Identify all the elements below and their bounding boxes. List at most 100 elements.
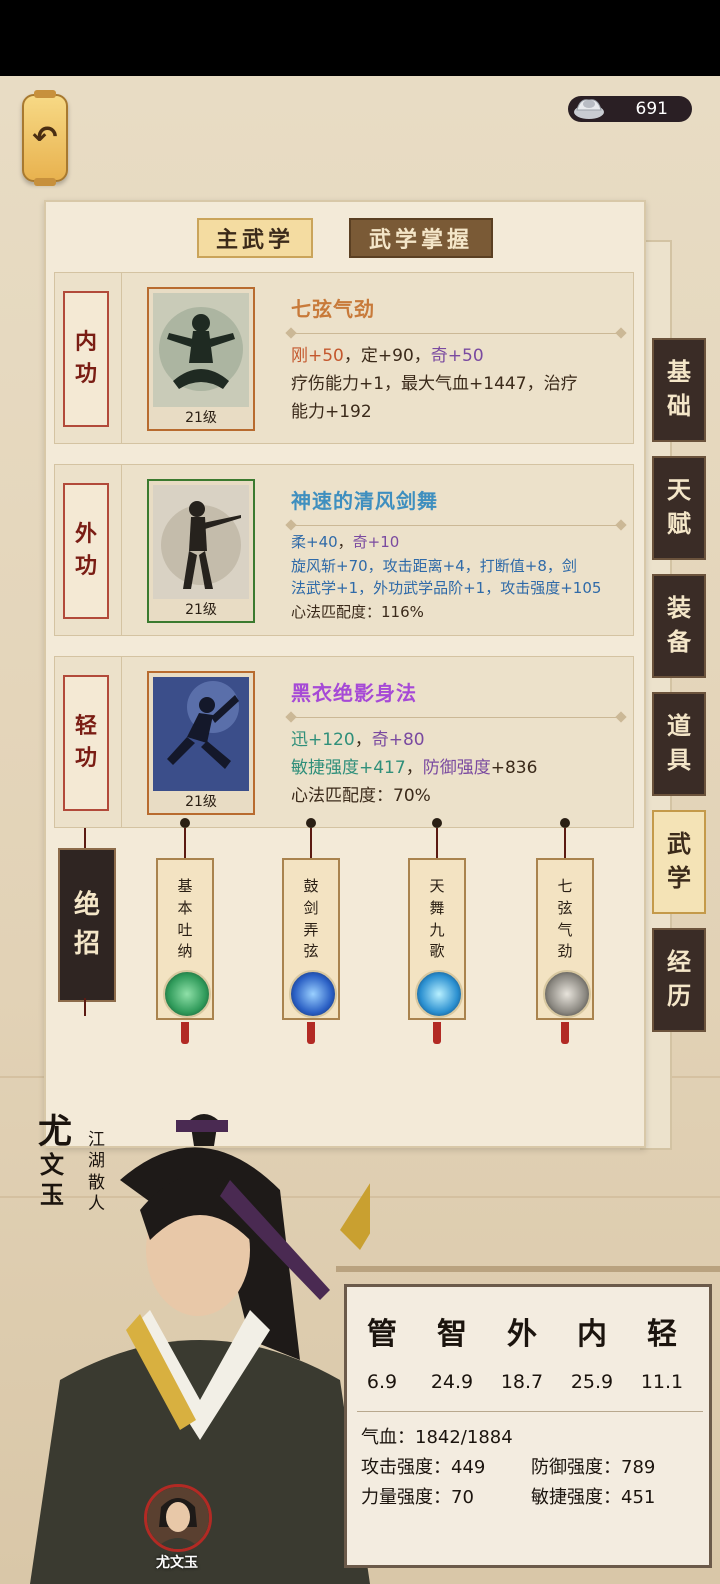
glyph: 弦 — [303, 942, 319, 961]
skill-effects-cont: 法武学+1，外功武学品阶+1，攻击强度+105 — [291, 579, 602, 597]
text-segment: 奇+10 — [352, 533, 400, 551]
side-tab-equipment[interactable]: 装备 — [652, 574, 706, 678]
lightness-skill-card[interactable]: 轻功 21级 黑衣绝影身法 迅+120，奇+80 敏捷强度+417，防御强度+8… — [54, 656, 634, 828]
glyph: 九 — [429, 920, 445, 939]
skill-art-frame: 21级 — [147, 479, 255, 623]
text-segment: ， — [413, 346, 431, 366]
side-tab-basic[interactable]: 基础 — [652, 338, 706, 442]
slip-text: 天舞九歌 — [410, 876, 464, 963]
silver-ingot-icon — [574, 99, 604, 119]
glyph: 天 — [429, 877, 445, 895]
glyph: 招 — [73, 929, 100, 959]
skill-name: 神速的清风剑舞 — [291, 489, 438, 513]
stat-header: 管 — [367, 1317, 397, 1352]
glyph: 内 — [74, 330, 97, 356]
dance-orb-icon — [415, 970, 463, 1018]
outer-skill-card[interactable]: 外功 21级 神速的清风剑舞 柔+40，奇+10 旋风斩+70，攻击距离+4，打… — [54, 464, 634, 636]
meditation-figure-icon — [153, 293, 249, 407]
text-segment: ， — [337, 533, 353, 551]
figure-orb-icon — [543, 970, 591, 1018]
glyph: 备 — [667, 628, 691, 656]
text-segment: 迅+120 — [291, 730, 355, 750]
tab-martial-mastery[interactable]: 武学掌握 — [349, 218, 493, 258]
glyph: 本 — [177, 898, 193, 917]
separator — [291, 333, 621, 334]
glyph: 经 — [667, 948, 691, 977]
glyph: 吐 — [177, 920, 193, 939]
side-tab-talent[interactable]: 天赋 — [652, 456, 706, 560]
skill-effects-cont: 能力+192 — [291, 402, 372, 422]
separator — [291, 525, 621, 526]
glyph: 轻 — [74, 714, 97, 740]
text-segment: 防御强度 — [422, 758, 491, 778]
inner-skill-card[interactable]: 内功 21级 七弦气劲 刚+50，定+90，奇+50 疗伤能力+1，最大气血+1… — [54, 272, 634, 444]
string — [184, 828, 186, 858]
slip: 七弦气劲 — [536, 858, 594, 1020]
card-label-inner: 内功 — [63, 291, 109, 427]
ultimate-label: 绝招 — [58, 848, 116, 1002]
skill-effects: 敏捷强度+417，防御强度+836 — [291, 753, 537, 778]
divider — [357, 1411, 703, 1412]
text-segment: 定+90 — [360, 346, 414, 366]
slip: 基本吐纳 — [156, 858, 214, 1020]
side-tab-martial[interactable]: 武学 — [652, 810, 706, 914]
stat-header: 内 — [577, 1317, 607, 1352]
skill-name: 七弦气劲 — [291, 297, 375, 321]
glyph: 外 — [74, 522, 97, 548]
glyph: 七 — [557, 877, 573, 895]
glyph: 气 — [557, 920, 573, 939]
skill-level: 21级 — [185, 602, 217, 618]
glyph: 弄 — [303, 920, 319, 939]
stat-value: 25.9 — [570, 1371, 614, 1393]
stat-header: 外 — [507, 1317, 537, 1352]
attack-stat: 攻击强度：449 — [361, 1457, 486, 1478]
string — [84, 998, 86, 1016]
card-label-lightness: 轻功 — [63, 675, 109, 811]
glyph: 赋 — [667, 510, 691, 538]
glyph: 绝 — [73, 890, 100, 920]
stat-header: 轻 — [647, 1317, 677, 1352]
defense-stat: 防御强度：789 — [531, 1457, 656, 1478]
tab-main-martial-art[interactable]: 主武学 — [197, 218, 313, 258]
knot — [306, 818, 316, 828]
glyph: 弦 — [557, 898, 573, 917]
glyph: 武 — [667, 830, 691, 859]
character-title: 江湖散人 — [88, 1130, 105, 1214]
side-tab-items[interactable]: 道具 — [652, 692, 706, 796]
slip: 天舞九歌 — [408, 858, 466, 1020]
knot — [560, 818, 570, 828]
tassel — [561, 1022, 569, 1044]
skill-art-frame: 21级 — [147, 287, 255, 431]
text-segment: 刚+50 — [291, 346, 344, 366]
glyph: 歌 — [429, 942, 445, 961]
slip: 鼓剑弄弦 — [282, 858, 340, 1020]
avatar[interactable] — [144, 1484, 212, 1552]
stat-value: 6.9 — [366, 1371, 398, 1393]
sword-orb-icon — [289, 970, 337, 1018]
glyph: 历 — [667, 982, 691, 1010]
string — [564, 828, 566, 858]
card-divider — [121, 657, 122, 827]
glyph: 基 — [667, 358, 691, 387]
card-divider — [121, 273, 122, 443]
glyph: 学 — [667, 864, 691, 892]
string — [84, 828, 86, 850]
skill-attributes: 迅+120，奇+80 — [291, 725, 425, 750]
skill-effects: 旋风斩+70，攻击距离+4，打断值+8，剑 — [291, 557, 577, 575]
text-segment: ， — [343, 346, 361, 366]
character-name-first: 尤 — [38, 1112, 72, 1152]
tassel — [433, 1022, 441, 1044]
agility-stat: 敏捷强度：451 — [531, 1487, 656, 1508]
avatar-face-icon — [147, 1487, 209, 1549]
back-button[interactable]: ↶ — [22, 90, 68, 186]
side-tab-history[interactable]: 经历 — [652, 928, 706, 1032]
skill-attributes: 柔+40，奇+10 — [291, 531, 399, 552]
stat-value: 11.1 — [640, 1371, 684, 1393]
text-segment: ， — [405, 758, 423, 778]
slip-text: 七弦气劲 — [538, 876, 592, 963]
separator — [291, 717, 621, 718]
silver-amount: 691 — [635, 99, 668, 119]
tassel — [181, 1022, 189, 1044]
glyph: 具 — [667, 746, 691, 774]
glyph: 功 — [74, 554, 97, 579]
